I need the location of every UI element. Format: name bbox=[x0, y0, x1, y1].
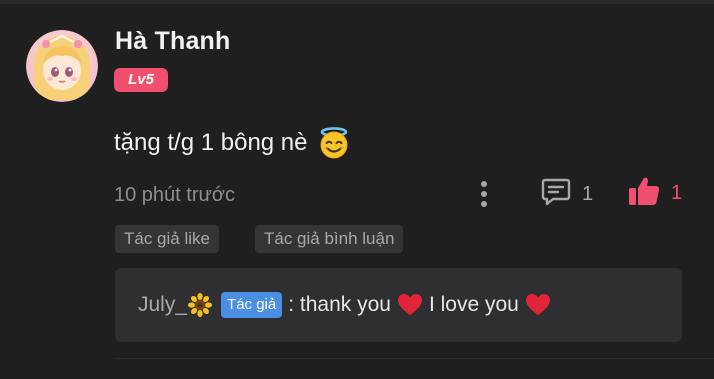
author-reply-box[interactable]: July_ Tác giả: thank you I love you bbox=[115, 268, 682, 342]
thumbs-up-icon bbox=[627, 174, 661, 213]
bottom-divider bbox=[115, 358, 714, 359]
level-badge: Lv5 bbox=[114, 68, 168, 92]
smiling-face-with-halo-icon bbox=[317, 126, 351, 160]
reply-count: 1 bbox=[582, 182, 594, 205]
author-commented-tag: Tác giả bình luận bbox=[255, 225, 404, 253]
comment-screen: Hà Thanh Lv5 tặng t/g 1 bông nè 10 phút … bbox=[0, 0, 714, 379]
like-count: 1 bbox=[671, 181, 683, 204]
dot-icon bbox=[481, 181, 487, 187]
reply-line: July_ Tác giả: thank you I love you bbox=[138, 288, 557, 322]
top-divider bbox=[0, 0, 714, 4]
username[interactable]: Hà Thanh bbox=[115, 26, 231, 56]
avatar[interactable] bbox=[26, 30, 98, 102]
dot-icon bbox=[481, 201, 487, 207]
comment-body: tặng t/g 1 bông nè bbox=[114, 126, 351, 160]
more-options-button[interactable] bbox=[470, 176, 498, 212]
comment-bubble-icon bbox=[540, 176, 572, 213]
like-button[interactable]: 1 bbox=[627, 175, 682, 211]
comment-timestamp: 10 phút trước bbox=[114, 184, 236, 206]
author-like-tag: Tác giả like bbox=[115, 225, 219, 253]
reply-author-name[interactable]: July_ bbox=[138, 293, 187, 317]
red-heart-icon bbox=[525, 293, 551, 317]
comment-text: tặng t/g 1 bông nè bbox=[114, 129, 308, 156]
reply-button[interactable]: 1 bbox=[540, 177, 593, 211]
reply-text-part1: : thank you bbox=[288, 293, 391, 316]
author-tag-badge: Tác giả bbox=[221, 292, 283, 318]
reply-text-part2: I love you bbox=[428, 293, 519, 316]
dot-icon bbox=[481, 191, 487, 197]
sunflower-icon bbox=[188, 293, 213, 317]
red-heart-icon bbox=[397, 293, 423, 317]
